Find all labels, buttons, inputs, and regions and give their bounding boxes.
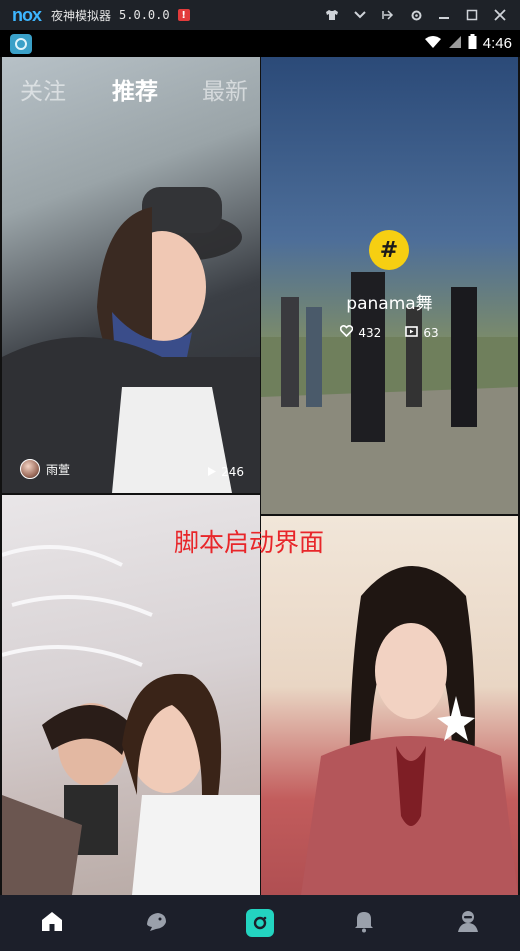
camera-icon [246, 909, 274, 937]
tab-latest[interactable]: 最新 [202, 72, 248, 106]
nav-notifications[interactable] [334, 895, 394, 951]
home-icon [40, 910, 64, 936]
tab-follow[interactable]: 关注 [20, 72, 66, 106]
play-count: 246 [208, 465, 244, 479]
bird-icon [144, 910, 168, 936]
emulator-title: 夜神模拟器 [51, 8, 112, 23]
signal-icon [448, 34, 462, 53]
video-tile[interactable] [261, 516, 518, 895]
video-thumbnail [301, 566, 518, 895]
likes-count: 432 [358, 325, 382, 340]
alert-badge[interactable]: ! [177, 9, 190, 21]
wifi-icon [424, 34, 442, 53]
nav-discover[interactable] [126, 895, 186, 951]
video-icon [405, 325, 419, 340]
heart-icon [340, 325, 354, 340]
battery-icon [468, 34, 477, 53]
minimize-icon[interactable] [430, 0, 458, 30]
play-icon [208, 465, 217, 479]
feed-tabs: 关注 推荐 最新 [2, 71, 260, 107]
app-root: nox 夜神模拟器 5.0.0.0 ! 4:46 关注 推荐 最新 雨萱 246… [0, 0, 520, 951]
avatar[interactable] [20, 459, 40, 479]
topic-thumbnail [261, 272, 518, 514]
gear-icon[interactable] [402, 0, 430, 30]
status-indicators: 4:46 [424, 30, 512, 57]
topic-name[interactable]: panama舞 [261, 289, 518, 314]
bell-icon [353, 909, 375, 937]
emulator-version: 5.0.0.0 [119, 8, 170, 22]
nav-profile[interactable] [438, 895, 498, 951]
close-icon[interactable] [486, 0, 514, 30]
play-count-value: 246 [221, 465, 244, 479]
app-notification-icon [10, 33, 32, 54]
topic-tile[interactable]: # panama舞 432 63 [261, 57, 518, 514]
likes-stat: 432 [340, 325, 381, 340]
author-info[interactable]: 雨萱 [20, 459, 70, 479]
emulator-title-bar: nox 夜神模拟器 5.0.0.0 ! [0, 0, 520, 30]
status-clock: 4:46 [482, 35, 512, 52]
nav-camera[interactable] [230, 895, 290, 951]
bottom-nav [0, 895, 520, 951]
window-controls [318, 0, 514, 30]
author-name[interactable]: 雨萱 [46, 461, 70, 478]
script-launch-caption: 脚本启动界面 [174, 528, 325, 557]
video-thumbnail [2, 187, 260, 493]
videos-stat: 63 [405, 325, 439, 340]
profile-icon [457, 909, 479, 937]
video-feed: 关注 推荐 最新 雨萱 246 # panama舞 432 63 [0, 57, 520, 895]
hashtag-icon: # [369, 230, 409, 270]
nav-home[interactable] [22, 895, 82, 951]
videos-count: 63 [423, 325, 439, 340]
shirt-icon[interactable] [318, 0, 346, 30]
maximize-icon[interactable] [458, 0, 486, 30]
tab-recommend[interactable]: 推荐 [112, 72, 158, 106]
video-tile[interactable]: 关注 推荐 最新 雨萱 246 [2, 57, 260, 493]
chevron-down-icon[interactable] [346, 0, 374, 30]
topic-stats: 432 63 [261, 325, 518, 340]
pin-icon[interactable] [374, 0, 402, 30]
emulator-logo: nox [12, 4, 42, 25]
status-bar: 4:46 [0, 30, 520, 57]
